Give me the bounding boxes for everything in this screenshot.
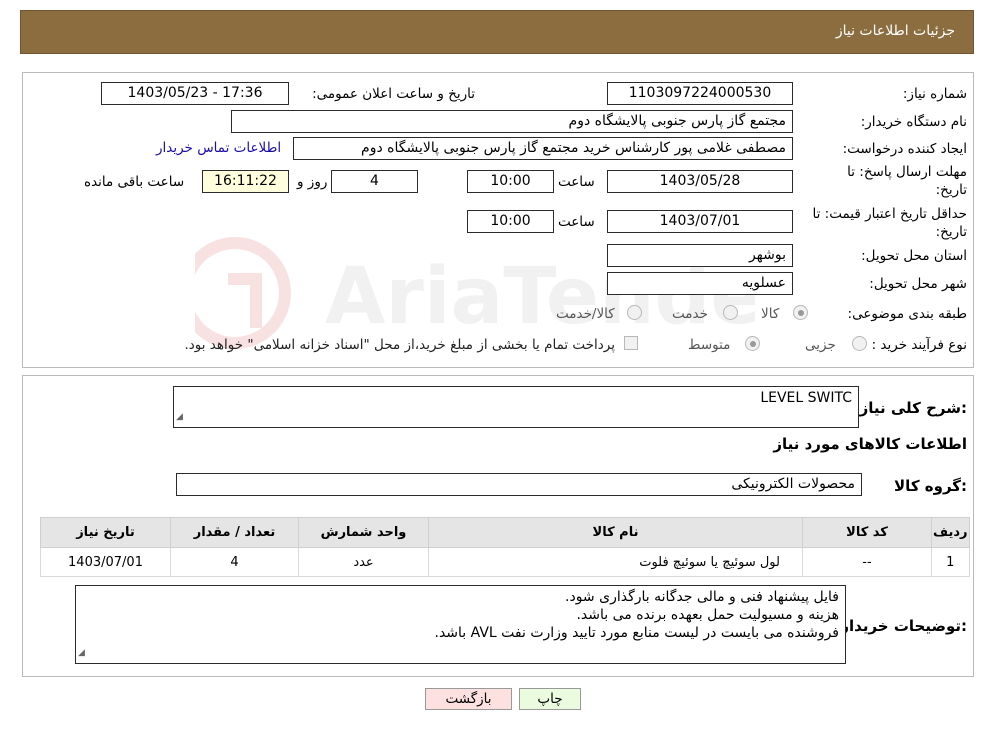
- summary-textarea[interactable]: LEVEL SWITC ◢: [173, 386, 859, 428]
- buyer-org-label: نام دستگاه خریدار:: [860, 114, 967, 130]
- province-field: بوشهر: [607, 244, 793, 267]
- announce-label: تاریخ و ساعت اعلان عمومی:: [312, 86, 475, 102]
- category-goods-radio[interactable]: [793, 305, 808, 320]
- city-field: عسلویه: [607, 272, 793, 295]
- remaining-time-field: 16:11:22: [202, 170, 289, 193]
- group-label: گروه کالا:: [894, 477, 967, 495]
- creator-field: مصطفی غلامی پور کارشناس خرید مجتمع گاز پ…: [293, 137, 793, 160]
- deadline-time-field: 10:00: [467, 170, 554, 193]
- print-button[interactable]: چاپ: [519, 688, 581, 710]
- group-field: محصولات الکترونیکی: [176, 473, 862, 496]
- city-label: شهر محل تحویل:: [869, 276, 967, 292]
- notes-line: فروشنده می بایست در لیست منابع مورد تایی…: [434, 625, 840, 641]
- deadline-label-date: تاریخ:: [935, 182, 967, 198]
- deadline-label: مهلت ارسال پاسخ: تا: [847, 164, 967, 180]
- treasury-checkbox[interactable]: [624, 336, 638, 350]
- category-service-radio[interactable]: [723, 305, 738, 320]
- buyer-org-field: مجتمع گاز پارس جنوبی پالایشگاه دوم: [231, 110, 793, 133]
- need-number-label: شماره نیاز:: [902, 86, 967, 102]
- validity-date-field: 1403/07/01: [607, 210, 793, 233]
- validity-label: حداقل تاریخ اعتبار قیمت: تا: [812, 206, 967, 222]
- process-medium-label: متوسط: [688, 337, 731, 353]
- category-goods-label: کالا: [761, 306, 780, 322]
- cell-row: 1: [931, 547, 970, 577]
- category-goods-service-label: کالا/خدمت: [556, 306, 615, 322]
- items-table-wrap: ردیف کد کالا نام کالا واحد شمارش تعداد /…: [40, 517, 970, 577]
- col-name-header: نام کالا: [428, 517, 803, 548]
- category-goods-service-radio[interactable]: [627, 305, 642, 320]
- announce-field: 1403/05/23 - 17:36: [101, 82, 289, 105]
- items-table: ردیف کد کالا نام کالا واحد شمارش تعداد /…: [40, 517, 970, 577]
- table-row: 1 -- لول سوئیچ یا سوئیچ فلوت عدد 4 1403/…: [40, 547, 970, 577]
- col-qty-header: تعداد / مقدار: [170, 517, 299, 548]
- cell-qty: 4: [170, 547, 299, 577]
- back-button[interactable]: بازگشت: [425, 688, 512, 710]
- days-remaining-field: 4: [331, 170, 418, 193]
- page-header: جزئیات اطلاعات نیاز: [20, 10, 974, 54]
- goods-info-title: اطلاعات کالاهای مورد نیاز: [773, 435, 967, 453]
- cell-name: لول سوئیچ یا سوئیچ فلوت: [428, 547, 803, 577]
- notes-line: هزینه و مسیولیت حمل بعهده برنده می باشد.: [576, 607, 839, 623]
- col-code-header: کد کالا: [802, 517, 932, 548]
- process-medium-radio[interactable]: [745, 336, 760, 351]
- process-label: نوع فرآیند خرید :: [871, 337, 967, 353]
- province-label: استان محل تحویل:: [861, 248, 967, 264]
- validity-time-field: 10:00: [467, 210, 554, 233]
- deadline-date-field: 1403/05/28: [607, 170, 793, 193]
- deadline-time-label: ساعت: [558, 174, 595, 190]
- summary-value: LEVEL SWITC: [760, 390, 852, 406]
- col-row-header: ردیف: [931, 517, 970, 548]
- remaining-time-label: ساعت باقی مانده: [84, 174, 185, 190]
- process-minor-label: جزیی: [805, 337, 836, 353]
- notes-label: توضیحات خریدار:: [840, 617, 967, 635]
- notes-line: فایل پیشنهاد فنی و مالی جدگانه بارگذاری …: [565, 589, 839, 605]
- summary-label: شرح کلی نیاز:: [859, 399, 967, 417]
- col-unit-header: واحد شمارش: [298, 517, 429, 548]
- days-label: روز و: [297, 174, 328, 190]
- validity-label-date: تاریخ:: [935, 224, 967, 240]
- cell-date: 1403/07/01: [40, 547, 171, 577]
- category-label: طبقه بندی موضوعی:: [847, 306, 967, 322]
- resize-grip-icon[interactable]: ◢: [176, 408, 183, 426]
- buyer-contact-link[interactable]: اطلاعات تماس خریدار: [156, 140, 281, 156]
- col-date-header: تاریخ نیاز: [40, 517, 171, 548]
- process-note: پرداخت تمام یا بخشی از مبلغ خرید،از محل …: [184, 337, 615, 353]
- process-minor-radio[interactable]: [852, 336, 867, 351]
- page-title: جزئیات اطلاعات نیاز: [835, 23, 955, 39]
- cell-unit: عدد: [298, 547, 429, 577]
- table-header-row: ردیف کد کالا نام کالا واحد شمارش تعداد /…: [40, 517, 970, 548]
- creator-label: ایجاد کننده درخواست:: [842, 141, 967, 157]
- validity-time-label: ساعت: [558, 214, 595, 230]
- resize-grip-icon[interactable]: ◢: [78, 644, 85, 662]
- need-number-field: 1103097224000530: [607, 82, 793, 105]
- category-service-label: خدمت: [672, 306, 708, 322]
- cell-code: --: [802, 547, 932, 577]
- notes-textarea[interactable]: فایل پیشنهاد فنی و مالی جدگانه بارگذاری …: [75, 585, 846, 664]
